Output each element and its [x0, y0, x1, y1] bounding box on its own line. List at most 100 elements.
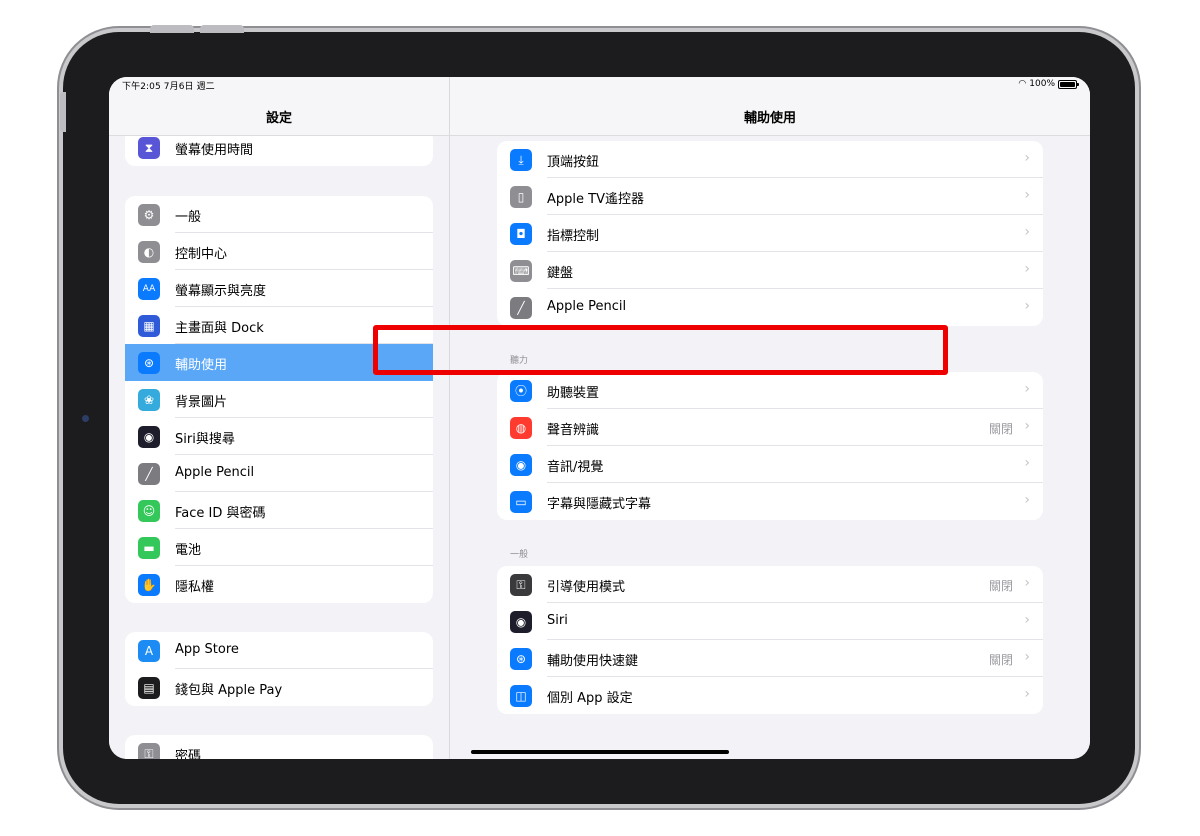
wallpaper-flower-icon: ❀	[138, 389, 160, 411]
row-label: Apple Pencil	[175, 465, 255, 480]
pencil-icon: ╱	[138, 463, 160, 485]
settings-row-錢包與-apple-pay[interactable]: ▤ 錢包與 Apple Pay	[125, 669, 433, 706]
settings-row-指標控制[interactable]: ◘ 指標控制 ›	[497, 215, 1043, 252]
settings-row-鍵盤[interactable]: ⌨ 鍵盤 ›	[497, 252, 1043, 289]
row-label: 密碼	[175, 749, 202, 759]
top-button	[60, 92, 66, 132]
keyboard-icon: ⌨	[510, 260, 532, 282]
subtitles-icon: ▭	[510, 491, 532, 513]
app-store-icon: A	[138, 640, 160, 662]
row-label: 引導使用模式	[547, 580, 626, 595]
settings-row-siri[interactable]: ◉ Siri ›	[497, 603, 1043, 640]
settings-row-apple-pencil[interactable]: ╱ Apple Pencil	[125, 455, 433, 492]
settings-sidebar: 設定 ⧗ 螢幕使用時間 ⚙ 一般 ◐ 控制中心 AA 螢幕顯示與亮度 ▦ 主畫面與 Dock ⊛ 輔…	[109, 77, 449, 759]
row-label: 輔助使用	[175, 358, 228, 373]
hourglass-icon: ⧗	[138, 137, 160, 159]
general-group: ⚿ 引導使用模式 關閉 › ◉ Siri › ⊛ 輔助使用快速鍵 關閉 › ◫ 個別 App 設定 ›	[497, 566, 1043, 714]
row-label: Siri	[547, 613, 568, 628]
row-label: 助聽裝置	[547, 386, 600, 401]
settings-row-apple-tv遙控器[interactable]: ▯ Apple TV遙控器 ›	[497, 178, 1043, 215]
pointer-icon: ◘	[510, 223, 532, 245]
chevron-right-icon: ›	[1024, 575, 1030, 591]
row-value: 關閉	[988, 422, 1013, 436]
settings-row-電池[interactable]: ▬ 電池	[125, 529, 433, 566]
chevron-right-icon: ›	[1024, 298, 1030, 314]
status-time: 下午2:05 7月6日 週二	[122, 82, 215, 92]
section-header-general: 一般	[510, 550, 529, 560]
row-value: 關閉	[988, 579, 1013, 593]
key-icon: ⚿	[138, 743, 160, 759]
settings-row-一般[interactable]: ⚙ 一般	[125, 196, 433, 233]
remote-icon: ▯	[510, 186, 532, 208]
settings-row-輔助使用快速鍵[interactable]: ⊛ 輔助使用快速鍵 關閉 ›	[497, 640, 1043, 677]
front-camera	[82, 415, 89, 422]
top-button-icon: ⤓	[510, 149, 532, 171]
settings-row-密碼[interactable]: ⚿ 密碼	[125, 735, 433, 759]
row-label: 隱私權	[175, 580, 215, 595]
audio-visual-icon: ◉	[510, 454, 532, 476]
settings-row-個別-app-設定[interactable]: ◫ 個別 App 設定 ›	[497, 677, 1043, 714]
wifi-icon: ◠	[1018, 79, 1027, 89]
accessibility-icon: ⊛	[138, 352, 160, 374]
row-label: 指標控制	[547, 229, 600, 244]
sidebar-title: 設定	[265, 111, 292, 126]
chevron-right-icon: ›	[1024, 187, 1030, 203]
per-app-icon: ◫	[510, 685, 532, 707]
settings-row-螢幕顯示與亮度[interactable]: AA 螢幕顯示與亮度	[125, 270, 433, 307]
settings-row-siri與搜尋[interactable]: ◉ Siri與搜尋	[125, 418, 433, 455]
battery-icon: ▬	[138, 537, 160, 559]
gear-icon: ⚙	[138, 204, 160, 226]
row-label: 輔助使用快速鍵	[547, 654, 639, 669]
settings-row-apple-pencil[interactable]: ╱ Apple Pencil ›	[497, 289, 1043, 326]
settings-row-隱私權[interactable]: ✋ 隱私權	[125, 566, 433, 603]
siri-icon: ◉	[510, 611, 532, 633]
row-label: 聲音辨識	[547, 423, 600, 438]
physical-motor-group: ⤓ 頂端按鈕 › ▯ Apple TV遙控器 › ◘ 指標控制 › ⌨ 鍵盤 › ╱ Apple Penc…	[497, 141, 1043, 326]
row-label: 個別 App 設定	[547, 691, 633, 706]
settings-row-助聽裝置[interactable]: ⦿ 助聽裝置 ›	[497, 372, 1043, 409]
home-grid-icon: ▦	[138, 315, 160, 337]
row-label: 音訊/視覺	[547, 460, 604, 475]
settings-row-app-store[interactable]: A App Store	[125, 632, 433, 669]
settings-row-引導使用模式[interactable]: ⚿ 引導使用模式 關閉 ›	[497, 566, 1043, 603]
chevron-right-icon: ›	[1024, 686, 1030, 702]
sidebar-group-general: ⚙ 一般 ◐ 控制中心 AA 螢幕顯示與亮度 ▦ 主畫面與 Dock ⊛ 輔助使用 ❀ 背景圖片 ◉ Si…	[125, 196, 433, 603]
settings-row-背景圖片[interactable]: ❀ 背景圖片	[125, 381, 433, 418]
settings-row-face-id-與密碼[interactable]: ☺ Face ID 與密碼	[125, 492, 433, 529]
ear-icon: ⦿	[510, 380, 532, 402]
chevron-right-icon: ›	[1024, 381, 1030, 397]
row-value: 關閉	[988, 653, 1013, 667]
row-label: App Store	[175, 642, 239, 657]
battery-icon	[1058, 79, 1079, 89]
hearing-group: ⦿ 助聽裝置 › ◍ 聲音辨識 關閉 › ◉ 音訊/視覺 › ▭ 字幕與隱藏式字幕 ›	[497, 372, 1043, 520]
row-label: 螢幕顯示與亮度	[175, 284, 267, 299]
row-label: 鍵盤	[547, 266, 574, 281]
settings-row-頂端按鈕[interactable]: ⤓ 頂端按鈕 ›	[497, 141, 1043, 178]
row-label: 字幕與隱藏式字幕	[547, 497, 652, 512]
chevron-right-icon: ›	[1024, 261, 1030, 277]
pencil-icon: ╱	[510, 297, 532, 319]
row-label: 錢包與 Apple Pay	[175, 683, 283, 698]
settings-row-字幕與隱藏式字幕[interactable]: ▭ 字幕與隱藏式字幕 ›	[497, 483, 1043, 520]
chevron-right-icon: ›	[1024, 224, 1030, 240]
row-label: 主畫面與 Dock	[175, 321, 264, 336]
settings-row-控制中心[interactable]: ◐ 控制中心	[125, 233, 433, 270]
siri-icon: ◉	[138, 426, 160, 448]
row-label: 控制中心	[175, 247, 228, 262]
row-label: 背景圖片	[175, 395, 228, 410]
row-label: Apple Pencil	[547, 299, 627, 314]
screen: 下午2:05 7月6日 週二 ◠ 100% 設定 ⧗ 螢幕使用時間 ⚙ 一般 ◐ 控制中…	[109, 77, 1090, 759]
row-label: 螢幕使用時間	[175, 143, 254, 158]
lock-icon: ⚿	[510, 574, 532, 596]
toggles-icon: ◐	[138, 241, 160, 263]
row-label: Siri與搜尋	[175, 432, 235, 447]
highlight-annotation-box	[373, 325, 948, 375]
volume-down-button	[200, 25, 244, 33]
settings-row-聲音辨識[interactable]: ◍ 聲音辨識 關閉 ›	[497, 409, 1043, 446]
home-indicator	[471, 750, 729, 754]
settings-row-音訊-視覺[interactable]: ◉ 音訊/視覺 ›	[497, 446, 1043, 483]
status-bar: 下午2:05 7月6日 週二 ◠ 100%	[109, 77, 1090, 93]
sidebar-group-passwords: ⚿ 密碼	[125, 735, 433, 759]
chevron-right-icon: ›	[1024, 492, 1030, 508]
face-id-icon: ☺	[138, 500, 160, 522]
